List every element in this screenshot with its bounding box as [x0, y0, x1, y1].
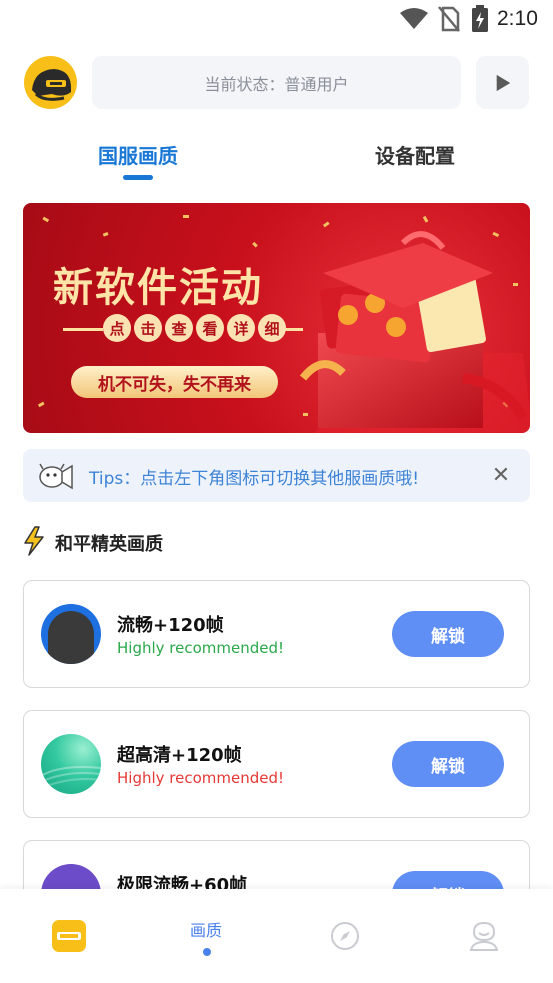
promo-banner[interactable]: 新软件活动 点 击 查 看 详 细 机不可失，失不再来 — [23, 203, 530, 433]
pubg-badge-icon[interactable] — [51, 919, 87, 953]
quality-name: 流畅+120帧 — [117, 615, 224, 636]
nav-active-dot — [203, 948, 211, 956]
megaphone-mascot-icon — [39, 463, 73, 490]
user-status-field[interactable]: 当前状态：普通用户 — [92, 56, 461, 109]
banner-detail-char: 击 — [134, 314, 162, 342]
unlock-button[interactable]: 解锁 — [392, 741, 504, 787]
quality-card: 流畅+120帧 Highly recommended! 解锁 — [23, 580, 530, 688]
tips-text: Tips：点击左下角图标可切换其他服画质哦! — [89, 469, 420, 489]
user-profile-icon[interactable] — [469, 920, 499, 952]
dark-blob-quality-icon — [41, 604, 101, 664]
unlock-button[interactable]: 解锁 — [392, 611, 504, 657]
banner-detail-chars: 点 击 查 看 详 细 — [103, 314, 293, 344]
battery-charging-icon — [472, 5, 488, 32]
play-button[interactable] — [476, 56, 529, 109]
user-status-text: 当前状态：普通用户 — [204, 74, 349, 94]
quality-card: 超高清+120帧 Highly recommended! 解锁 — [23, 710, 530, 818]
no-sim-icon — [438, 6, 460, 32]
status-bar: 2:10 — [0, 0, 553, 40]
teal-gradient-quality-icon — [41, 734, 101, 794]
teal-wave-pattern — [41, 766, 101, 789]
banner-detail-char: 细 — [258, 314, 286, 342]
compass-icon[interactable] — [330, 921, 360, 951]
close-icon[interactable]: ✕ — [487, 461, 515, 489]
bottom-navigation: 画质 — [0, 889, 553, 983]
banner-detail-char: 查 — [165, 314, 193, 342]
gift-box-red-envelope-illustration — [299, 231, 530, 433]
active-tab-indicator — [123, 175, 153, 180]
banner-detail-char: 详 — [227, 314, 255, 342]
section-title: 和平精英画质 — [55, 534, 163, 555]
quality-name: 超高清+120帧 — [117, 745, 242, 766]
lightning-icon — [24, 526, 44, 556]
banner-detail-char: 看 — [196, 314, 224, 342]
quality-subtitle: Highly recommended! — [117, 769, 285, 787]
nav-item-quality[interactable]: 画质 — [190, 917, 222, 941]
quality-subtitle: Highly recommended! — [117, 639, 285, 657]
tab-device-config[interactable]: 设备配置 — [375, 140, 455, 169]
banner-line-left — [63, 328, 103, 331]
user-avatar[interactable] — [24, 56, 77, 109]
banner-detail-char: 点 — [103, 314, 131, 342]
wifi-icon — [400, 8, 428, 29]
banner-title: 新软件活动 — [53, 264, 263, 311]
pubg-helmet-avatar-icon — [32, 69, 71, 101]
play-icon — [496, 74, 510, 91]
tab-cn-server-quality[interactable]: 国服画质 — [98, 140, 178, 169]
clock: 2:10 — [497, 7, 538, 30]
banner-slogan: 机不可失，失不再来 — [71, 366, 278, 398]
tips-bar: Tips：点击左下角图标可切换其他服画质哦! ✕ — [23, 449, 530, 502]
